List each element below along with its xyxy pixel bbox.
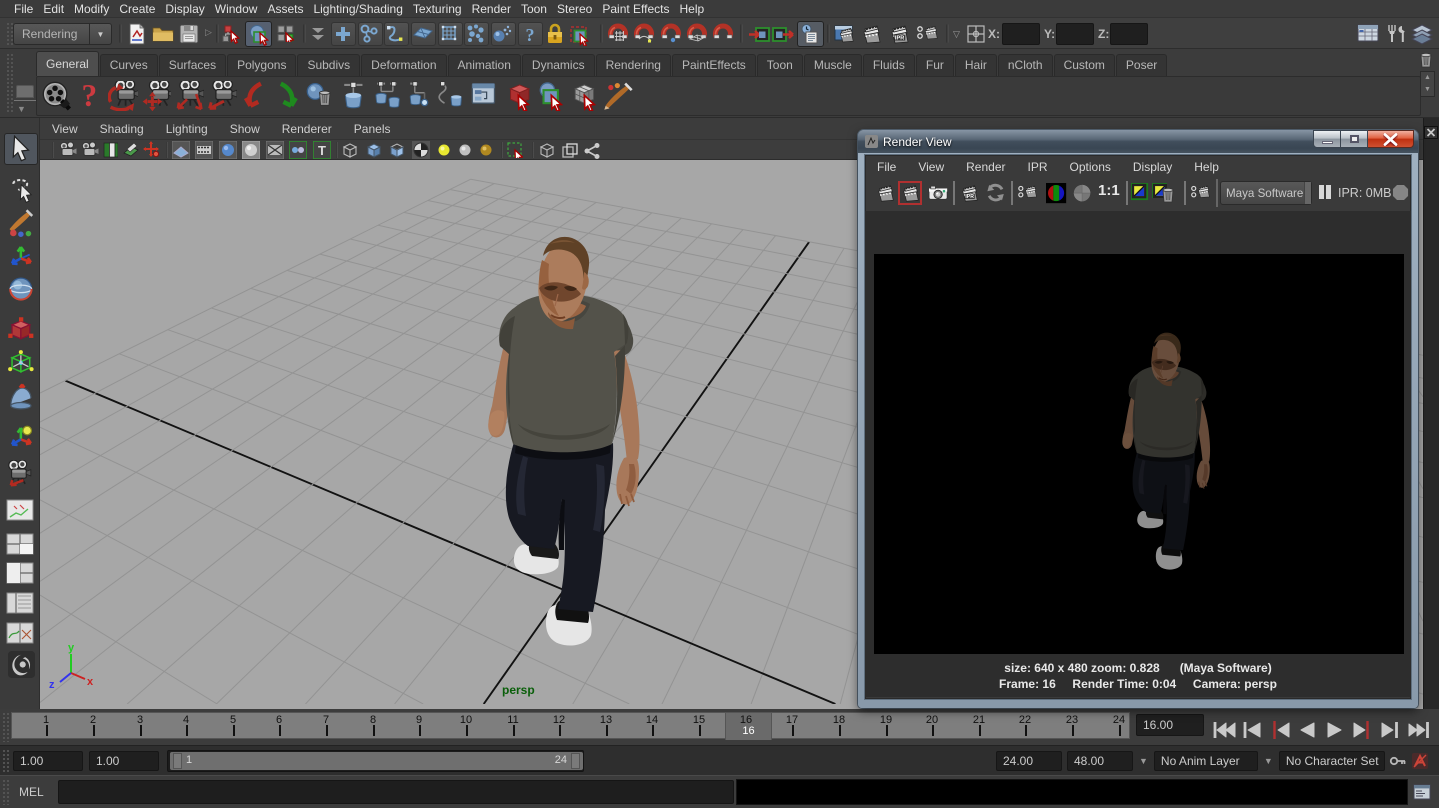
svg-text:y: y <box>68 642 75 654</box>
svg-text:x: x <box>87 676 94 688</box>
svg-text:?: ? <box>526 25 535 45</box>
svg-text:persp: persp <box>502 683 535 697</box>
svg-text:z: z <box>49 679 55 691</box>
